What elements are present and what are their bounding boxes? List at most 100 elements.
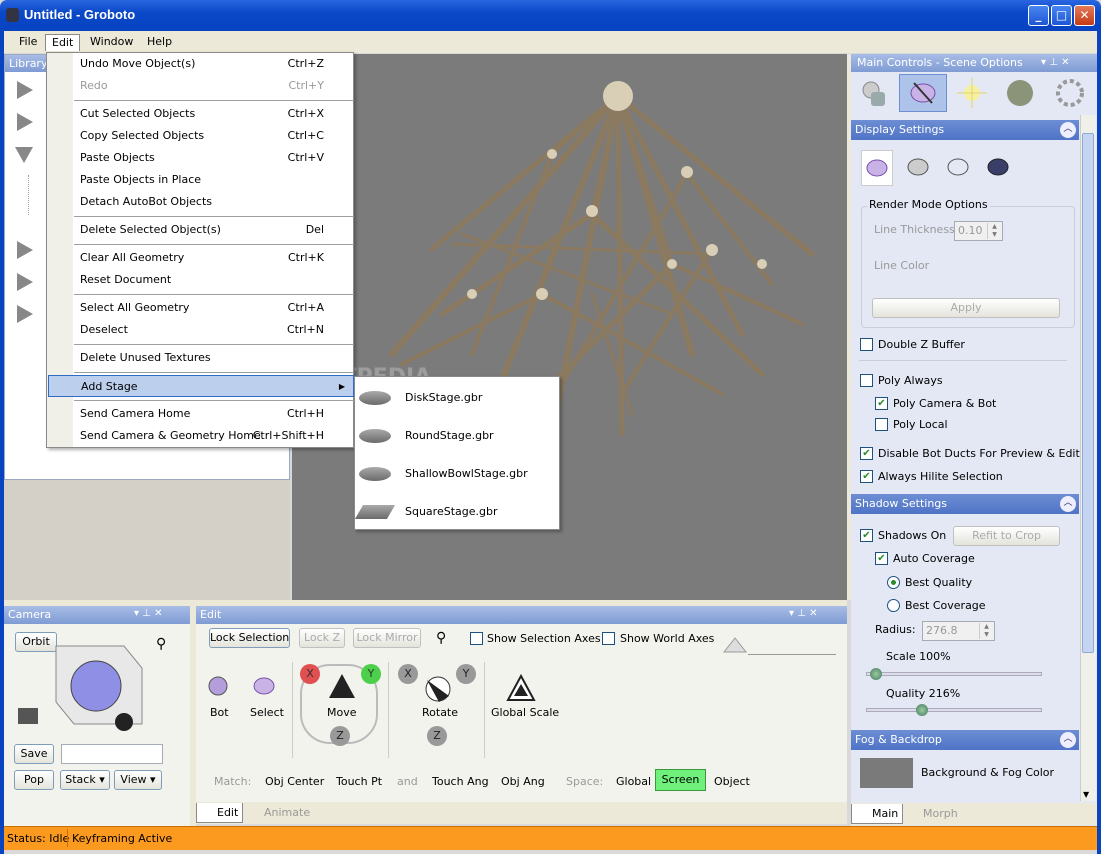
spinner-arrows-icon[interactable]: ▲ ▼ — [979, 623, 993, 639]
menu-item-clear-all-geometry[interactable]: Clear All Geometry Ctrl+K — [74, 247, 354, 269]
disable-ducts-checkbox[interactable]: ✔ — [860, 447, 873, 460]
global-scale-icon[interactable] — [506, 673, 536, 704]
lighting-icon[interactable] — [955, 76, 989, 110]
shadow-settings-header[interactable]: Shadow Settings ︿ — [851, 494, 1079, 514]
render-mode-wire-icon[interactable] — [943, 150, 977, 184]
radius-field[interactable]: 276.8 ▲ ▼ — [922, 621, 995, 641]
bot-tool-icon[interactable] — [857, 76, 891, 110]
expand-arrow-icon[interactable] — [17, 241, 33, 259]
apply-button[interactable]: Apply — [872, 298, 1060, 318]
lock-z-button[interactable]: Lock Z — [299, 628, 345, 648]
scroll-down-icon[interactable]: ▼ — [1083, 790, 1089, 799]
panel-controls[interactable]: ▾ ⊥ ✕ — [134, 608, 162, 619]
double-z-checkbox[interactable] — [860, 338, 873, 351]
menu-file[interactable]: File — [13, 34, 43, 51]
scale-slider[interactable] — [866, 668, 1042, 680]
submenu-item-diskstage[interactable]: DiskStage.gbr — [355, 379, 559, 417]
expand-arrow-icon[interactable] — [17, 81, 33, 99]
render-mode-shaded-icon[interactable] — [903, 150, 937, 184]
maximize-button[interactable]: □ — [1051, 5, 1072, 26]
menu-item-cut-selected-objects[interactable]: Cut Selected Objects Ctrl+X — [74, 103, 354, 125]
menu-edit[interactable]: Edit — [45, 34, 81, 51]
rotate-z-button[interactable]: Z — [427, 726, 447, 746]
best-coverage-radio[interactable] — [887, 599, 900, 612]
menu-item-undo-move-object-s[interactable]: Undo Move Object(s) Ctrl+Z — [74, 53, 354, 75]
camera-orbit-widget[interactable] — [14, 628, 154, 740]
poly-always-checkbox[interactable] — [860, 374, 873, 387]
menu-item-add-stage[interactable]: Add Stage ▶ — [48, 375, 354, 397]
panel-controls[interactable]: ▾ ⊥ ✕ — [789, 608, 817, 619]
tab-main[interactable]: Main — [851, 804, 904, 824]
zoom-icon[interactable]: ⚲ — [156, 636, 166, 652]
splitter[interactable] — [4, 600, 847, 606]
submenu-item-roundstage[interactable]: RoundStage.gbr — [355, 417, 559, 455]
lock-selection-button[interactable]: Lock Selection — [209, 628, 290, 648]
submenu-item-squarestage[interactable]: SquareStage.gbr — [354, 493, 559, 531]
fog-backdrop-header[interactable]: Fog & Backdrop ︿ — [851, 730, 1079, 750]
render-icon[interactable] — [1053, 76, 1087, 110]
touch-ang-option[interactable]: Touch Ang — [432, 775, 489, 788]
menu-item-select-all-geometry[interactable]: Select All Geometry Ctrl+A — [74, 297, 354, 319]
move-arrow-icon[interactable] — [327, 672, 357, 702]
move-x-button[interactable]: X — [300, 664, 320, 684]
close-button[interactable]: ✕ — [1074, 5, 1095, 26]
touch-pt-option[interactable]: Touch Pt — [336, 775, 382, 788]
show-world-axes-checkbox[interactable] — [602, 632, 615, 645]
view-dropdown[interactable]: View ▾ — [114, 770, 162, 790]
material-sphere-icon[interactable] — [1003, 76, 1037, 110]
collapse-icon[interactable]: ︿ — [1060, 496, 1076, 512]
quality-slider-knob[interactable] — [916, 704, 929, 716]
menu-item-redo[interactable]: Redo Ctrl+Y — [74, 75, 354, 97]
menu-item-delete-selected-object-s[interactable]: Delete Selected Object(s) Del — [74, 219, 354, 241]
screen-option[interactable]: Screen — [655, 769, 706, 791]
global-option[interactable]: Global — [616, 775, 651, 788]
tab-morph[interactable]: Morph — [903, 804, 962, 824]
zoom-icon[interactable]: ⚲ — [436, 630, 446, 646]
select-icon[interactable] — [248, 672, 280, 704]
render-mode-dark-icon[interactable] — [983, 150, 1017, 184]
quality-slider[interactable] — [866, 704, 1042, 716]
menu-item-paste-objects-in-place[interactable]: Paste Objects in Place — [74, 169, 354, 191]
submenu-item-shallowbowlstage[interactable]: ShallowBowlStage.gbr — [355, 455, 559, 493]
menu-help[interactable]: Help — [141, 34, 178, 51]
display-settings-header[interactable]: Display Settings ︿ — [851, 120, 1079, 140]
auto-coverage-checkbox[interactable]: ✔ — [875, 552, 888, 565]
scene-options-icon[interactable] — [899, 74, 947, 112]
pop-button[interactable]: Pop — [14, 770, 54, 790]
menu-item-deselect[interactable]: Deselect Ctrl+N — [74, 319, 354, 341]
camera-name-field[interactable] — [61, 744, 163, 764]
poly-local-checkbox[interactable] — [875, 418, 888, 431]
shadows-on-checkbox[interactable]: ✔ — [860, 529, 873, 542]
render-mode-solid-icon[interactable] — [861, 150, 893, 186]
rotate-x-button[interactable]: X — [398, 664, 418, 684]
lock-mirror-button[interactable]: Lock Mirror — [353, 628, 421, 648]
move-y-button[interactable]: Y — [361, 664, 381, 684]
menu-item-reset-document[interactable]: Reset Document — [74, 269, 354, 291]
refit-to-crop-button[interactable]: Refit to Crop — [953, 526, 1060, 546]
save-button[interactable]: Save — [14, 744, 54, 764]
stage-triangle-icon[interactable] — [722, 636, 748, 658]
menu-item-detach-autobot-objects[interactable]: Detach AutoBot Objects — [74, 191, 354, 213]
best-quality-radio[interactable] — [887, 576, 900, 589]
tab-animate[interactable]: Animate — [244, 803, 314, 823]
always-hilite-checkbox[interactable]: ✔ — [860, 470, 873, 483]
rotate-y-button[interactable]: Y — [456, 664, 476, 684]
show-selection-axes-checkbox[interactable] — [470, 632, 483, 645]
collapse-arrow-icon[interactable] — [15, 147, 33, 163]
bot-icon[interactable] — [204, 672, 236, 704]
menu-item-paste-objects[interactable]: Paste Objects Ctrl+V — [74, 147, 354, 169]
expand-arrow-icon[interactable] — [17, 273, 33, 291]
menu-item-send-camera-home[interactable]: Send Camera Home Ctrl+H — [74, 403, 354, 425]
rotate-icon[interactable] — [423, 674, 453, 704]
line-thickness-field[interactable]: 0.10 ▲ ▼ — [954, 221, 1003, 241]
collapse-icon[interactable]: ︿ — [1060, 732, 1076, 748]
expand-arrow-icon[interactable] — [17, 305, 33, 323]
scrollbar-thumb[interactable] — [1082, 133, 1094, 653]
spinner-arrows-icon[interactable]: ▲ ▼ — [987, 223, 1001, 239]
right-panel-scrollbar[interactable]: ▼ — [1080, 115, 1096, 801]
expand-arrow-icon[interactable] — [17, 113, 33, 131]
stack-dropdown[interactable]: Stack ▾ — [60, 770, 110, 790]
obj-ang-option[interactable]: Obj Ang — [501, 775, 545, 788]
move-z-button[interactable]: Z — [330, 726, 350, 746]
menu-item-send-camera-geometry-home[interactable]: Send Camera & Geometry Home Ctrl+Shift+H — [74, 425, 354, 447]
